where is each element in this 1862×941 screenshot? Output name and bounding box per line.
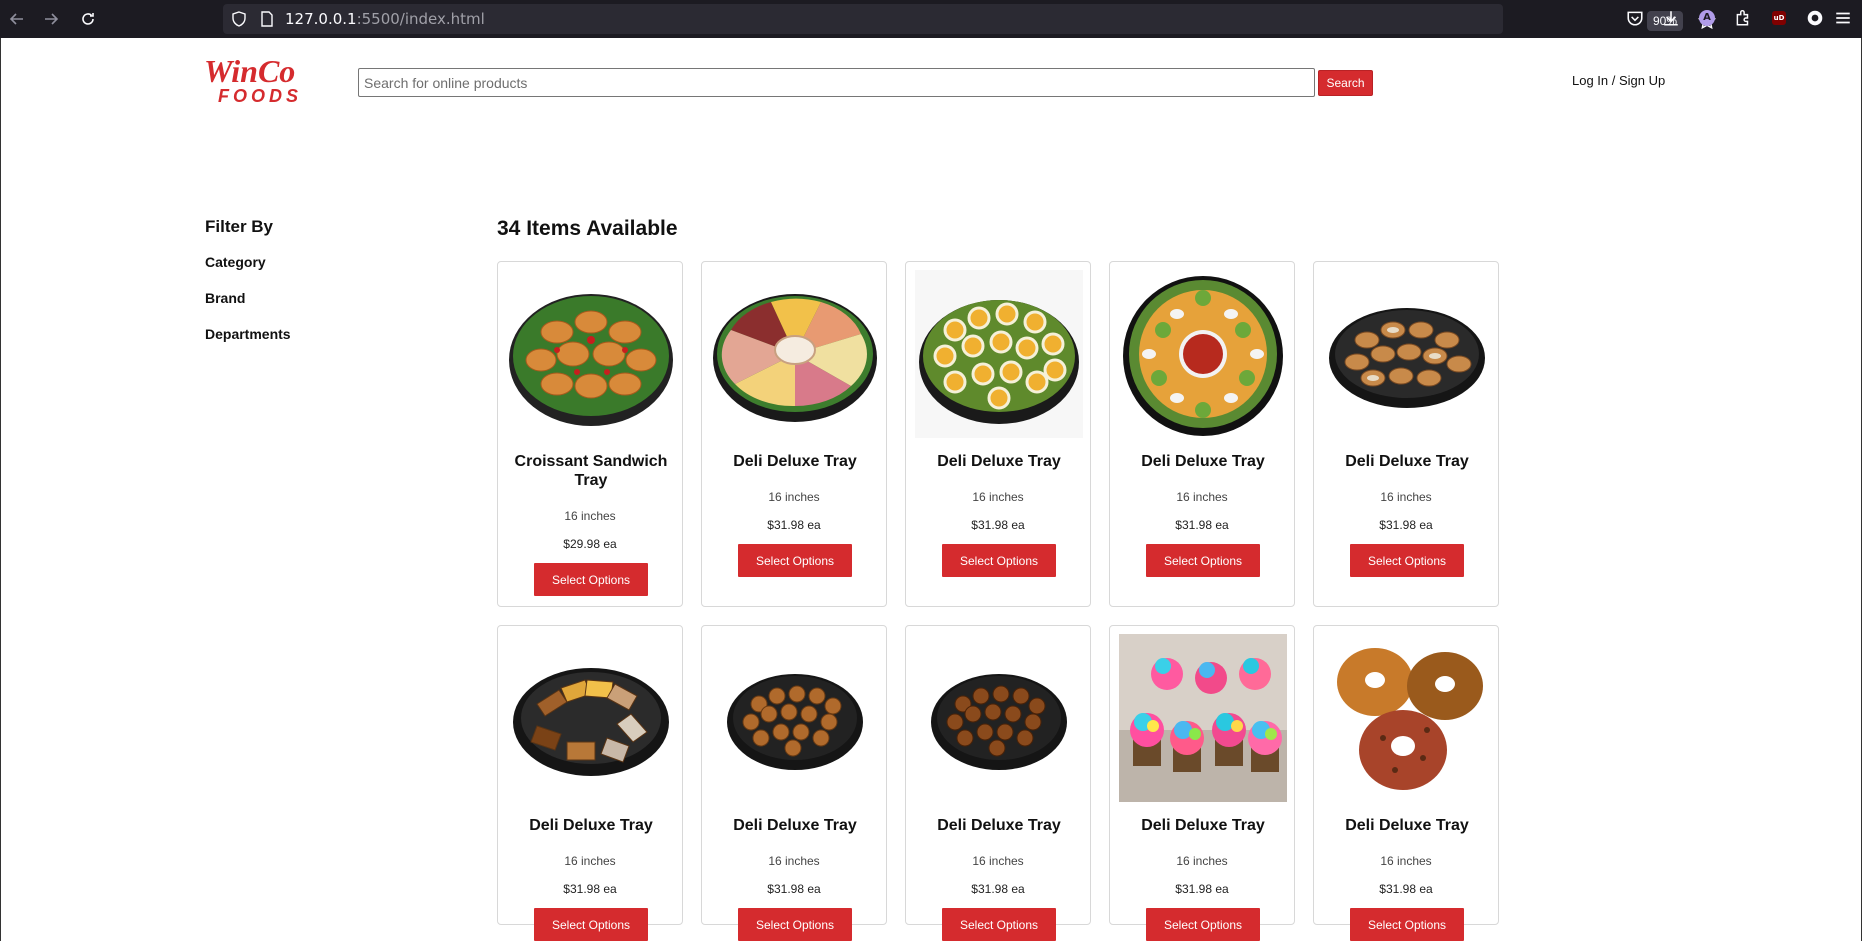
product-card: Deli Deluxe Tray 16 inches $31.98 ea Sel… <box>1109 261 1295 607</box>
extensions-icon[interactable] <box>1733 8 1753 28</box>
select-options-button[interactable]: Select Options <box>1350 544 1464 577</box>
product-card: Deli Deluxe Tray 16 inches $31.98 ea Sel… <box>1109 625 1295 941</box>
product-price: $31.98 ea <box>1175 518 1229 532</box>
select-options-button[interactable]: Select Options <box>534 908 648 941</box>
filter-departments[interactable]: Departments <box>205 326 291 342</box>
product-image-croissant-tray[interactable] <box>507 270 675 438</box>
product-name[interactable]: Croissant Sandwich Tray <box>504 452 678 490</box>
product-name[interactable]: Deli Deluxe Tray <box>708 816 882 835</box>
product-price: $31.98 ea <box>971 518 1025 532</box>
product-card: Deli Deluxe Tray 16 inches $31.98 ea Sel… <box>701 261 887 607</box>
product-price: $31.98 ea <box>971 882 1025 896</box>
product-image-bread-loaf-tray[interactable] <box>507 634 675 802</box>
product-card: Deli Deluxe Tray 16 inches $31.98 ea Sel… <box>905 261 1091 607</box>
menu-hamburger-icon[interactable] <box>1833 8 1853 28</box>
product-card: Deli Deluxe Tray 16 inches $31.98 ea Sel… <box>1313 625 1499 941</box>
url-path: :5500/index.html <box>356 10 485 28</box>
product-size: 16 inches <box>768 490 820 504</box>
product-image-pinwheel-wrap-tray[interactable] <box>915 270 1083 438</box>
product-price: $31.98 ea <box>1175 882 1229 896</box>
filter-brand[interactable]: Brand <box>205 290 245 306</box>
product-name[interactable]: Deli Deluxe Tray <box>912 816 1086 835</box>
product-size: 16 inches <box>1380 854 1432 868</box>
select-options-button[interactable]: Select Options <box>1146 908 1260 941</box>
product-image-deli-meat-cheese-tray[interactable] <box>711 270 879 438</box>
select-options-button[interactable]: Select Options <box>1350 908 1464 941</box>
items-available-heading: 34 Items Available <box>497 217 678 240</box>
filter-by-heading: Filter By <box>205 217 274 236</box>
browser-toolbar: 127.0.0.1:5500/index.html 90% A uD <box>0 0 1862 38</box>
extension-globe-icon[interactable] <box>1805 8 1825 28</box>
product-name[interactable]: Deli Deluxe Tray <box>1116 452 1290 471</box>
search-input[interactable] <box>358 68 1315 97</box>
page-icon <box>261 11 273 27</box>
select-options-button[interactable]: Select Options <box>534 563 648 596</box>
product-image-cupcakes[interactable] <box>1119 634 1287 802</box>
product-size: 16 inches <box>972 854 1024 868</box>
product-price: $29.98 ea <box>563 537 617 551</box>
product-name[interactable]: Deli Deluxe Tray <box>504 816 678 835</box>
filter-category[interactable]: Category <box>205 254 266 270</box>
select-options-button[interactable]: Select Options <box>738 544 852 577</box>
url-text[interactable]: 127.0.0.1:5500/index.html <box>285 10 485 28</box>
winco-foods-logo[interactable]: WinCo FOODS <box>204 54 342 106</box>
product-name[interactable]: Deli Deluxe Tray <box>1320 452 1494 471</box>
reload-icon[interactable] <box>77 8 99 30</box>
pocket-icon[interactable] <box>1625 8 1645 28</box>
product-size: 16 inches <box>972 490 1024 504</box>
product-image-donut-hole-tray-dark[interactable] <box>915 634 1083 802</box>
product-size: 16 inches <box>1176 490 1228 504</box>
product-price: $31.98 ea <box>563 882 617 896</box>
product-card: Deli Deluxe Tray 16 inches $31.98 ea Sel… <box>497 625 683 941</box>
logo-text-bottom: FOODS <box>218 86 302 106</box>
product-name[interactable]: Deli Deluxe Tray <box>1116 816 1290 835</box>
product-image-pastry-tray[interactable] <box>1323 270 1491 438</box>
product-price: $31.98 ea <box>1379 882 1433 896</box>
select-options-button[interactable]: Select Options <box>942 544 1056 577</box>
logo-text-top: WinCo <box>204 54 295 89</box>
shield-icon[interactable] <box>231 11 247 27</box>
ublock-label: uD <box>1772 11 1786 25</box>
product-name[interactable]: Deli Deluxe Tray <box>912 452 1086 471</box>
product-image-donut-hole-tray[interactable] <box>711 634 879 802</box>
url-host: 127.0.0.1 <box>285 10 357 28</box>
product-card: Deli Deluxe Tray 16 inches $31.98 ea Sel… <box>701 625 887 941</box>
login-signup-link[interactable]: Log In / Sign Up <box>1572 73 1665 88</box>
product-name[interactable]: Deli Deluxe Tray <box>708 452 882 471</box>
address-bar[interactable]: 127.0.0.1:5500/index.html 90% <box>223 4 1716 34</box>
account-avatar-icon[interactable]: A <box>1697 8 1717 28</box>
forward-arrow-icon[interactable] <box>40 8 62 30</box>
ublock-icon[interactable]: uD <box>1769 8 1789 28</box>
product-card: Deli Deluxe Tray 16 inches $31.98 ea Sel… <box>1313 261 1499 607</box>
product-price: $31.98 ea <box>767 882 821 896</box>
back-arrow-icon[interactable] <box>6 8 28 30</box>
product-name[interactable]: Deli Deluxe Tray <box>1320 816 1494 835</box>
product-size: 16 inches <box>564 854 616 868</box>
select-options-button[interactable]: Select Options <box>738 908 852 941</box>
product-size: 16 inches <box>564 509 616 523</box>
select-options-button[interactable]: Select Options <box>1146 544 1260 577</box>
product-image-salsa-salad-tray[interactable] <box>1119 270 1287 438</box>
product-size: 16 inches <box>1380 490 1432 504</box>
product-price: $31.98 ea <box>767 518 821 532</box>
product-size: 16 inches <box>768 854 820 868</box>
product-card: Croissant Sandwich Tray 16 inches $29.98… <box>497 261 683 607</box>
select-options-button[interactable]: Select Options <box>942 908 1056 941</box>
product-image-bagels[interactable] <box>1323 634 1491 802</box>
product-price: $31.98 ea <box>1379 518 1433 532</box>
account-initial: A <box>1699 10 1715 26</box>
product-size: 16 inches <box>1176 854 1228 868</box>
search-button[interactable]: Search <box>1318 70 1373 96</box>
product-card: Deli Deluxe Tray 16 inches $31.98 ea Sel… <box>905 625 1091 941</box>
download-icon[interactable] <box>1661 8 1681 28</box>
